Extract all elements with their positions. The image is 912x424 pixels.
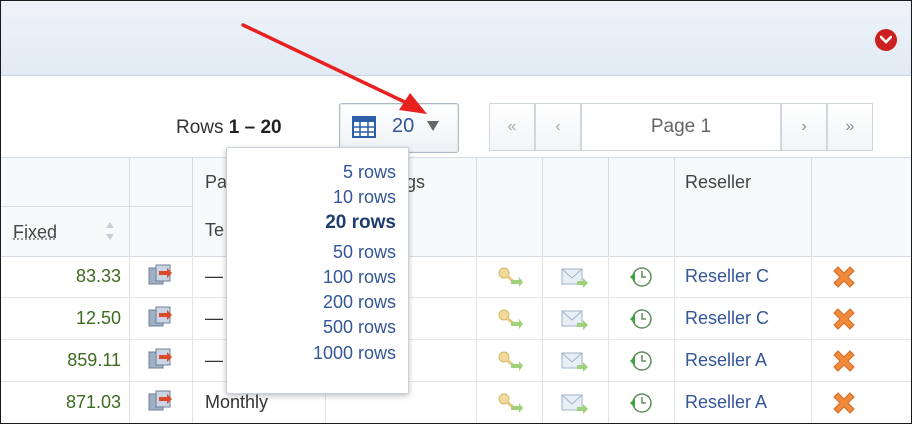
window-frame: Rows 1 – 20 20 « ‹ Page 1 › » Fixed Pa T… bbox=[0, 0, 912, 424]
annotation-arrow-icon bbox=[241, 23, 427, 114]
